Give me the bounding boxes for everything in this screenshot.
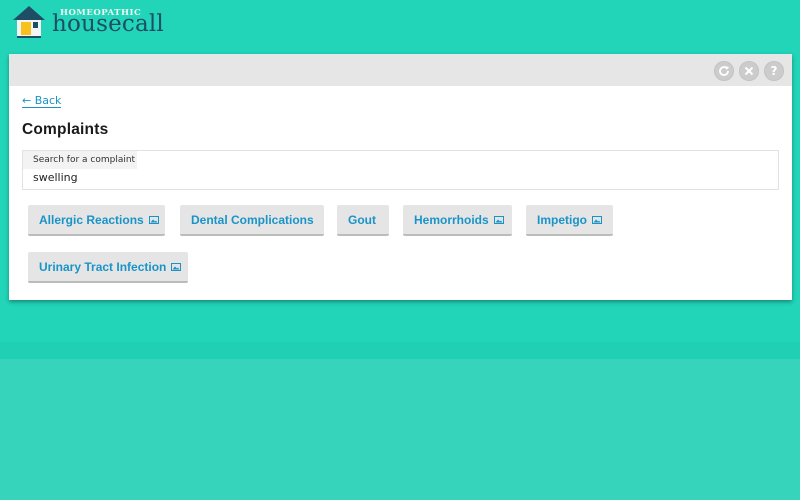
house-icon xyxy=(12,5,46,39)
image-icon xyxy=(493,215,504,224)
complaint-label: Gout xyxy=(348,212,376,227)
search-field[interactable]: Search for a complaint xyxy=(22,150,779,190)
app-logo[interactable]: HOMEOPATHIC housecall xyxy=(12,5,172,39)
help-button[interactable]: ? xyxy=(764,61,784,81)
complaint-label: Hemorrhoids xyxy=(414,212,489,227)
close-button[interactable] xyxy=(739,61,759,81)
panel-toolbar: ? xyxy=(9,54,792,86)
help-icon: ? xyxy=(770,64,778,78)
refresh-icon xyxy=(714,65,734,77)
close-icon xyxy=(739,65,759,77)
complaint-chip[interactable]: Dental Complications xyxy=(180,205,324,236)
complaints-panel: ? ← Back Complaints Search for a complai… xyxy=(9,54,792,300)
background-band xyxy=(0,342,800,359)
image-icon xyxy=(148,215,159,224)
image-icon xyxy=(171,262,182,271)
complaint-chip[interactable]: Urinary Tract Infection xyxy=(28,252,188,283)
background-footer-area xyxy=(0,359,800,500)
refresh-button[interactable] xyxy=(714,61,734,81)
complaint-chip[interactable]: Gout xyxy=(337,205,389,236)
complaint-chip[interactable]: Impetigo xyxy=(526,205,613,236)
complaint-chip[interactable]: Allergic Reactions xyxy=(28,205,165,236)
complaint-label: Impetigo xyxy=(537,212,587,227)
complaint-label: Allergic Reactions xyxy=(39,212,144,227)
search-label: Search for a complaint xyxy=(23,151,137,169)
back-link[interactable]: ← Back xyxy=(22,94,62,108)
search-input[interactable] xyxy=(33,169,633,185)
complaint-label: Urinary Tract Infection xyxy=(39,259,167,274)
complaint-chip[interactable]: Hemorrhoids xyxy=(403,205,512,236)
image-icon xyxy=(592,215,602,224)
page-title: Complaints xyxy=(22,121,109,138)
complaint-label: Dental Complications xyxy=(191,212,314,227)
logo-title: housecall xyxy=(52,11,164,37)
